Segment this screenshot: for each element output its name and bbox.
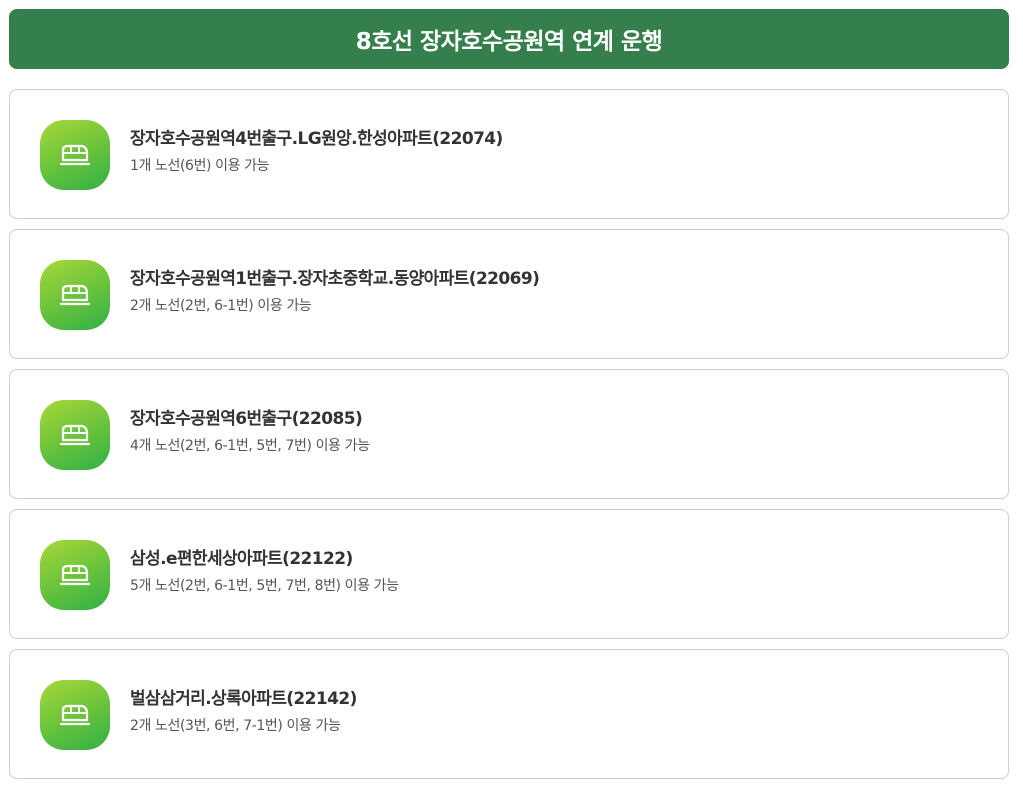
bus-stop-info: 장자호수공원역1번출구.장자초중학교.동양아파트(22069) 2개 노선(2번… [130,264,540,315]
bus-icon [40,400,110,470]
bus-stop-name: 삼성.e편한세상아파트(22122) [130,549,353,569]
bus-stop-routes: 1개 노선(6번) 이용 가능 [130,158,270,174]
bus-icon [40,260,110,330]
bus-stop-routes: 4개 노선(2번, 6-1번, 5번, 7번) 이용 가능 [130,438,370,454]
bus-stop-info: 삼성.e편한세상아파트(22122) 5개 노선(2번, 6-1번, 5번, 7… [130,544,399,595]
bus-stop-name: 장자호수공원역6번출구(22085) [130,409,363,429]
bus-stop-name: 장자호수공원역1번출구.장자초중학교.동양아파트(22069) [130,269,540,289]
bus-stop-card[interactable]: 장자호수공원역6번출구(22085) 4개 노선(2번, 6-1번, 5번, 7… [9,369,1009,499]
bus-stop-card[interactable]: 장자호수공원역4번출구.LG원앙.한성아파트(22074) 1개 노선(6번) … [9,89,1009,219]
bus-stop-info: 장자호수공원역4번출구.LG원앙.한성아파트(22074) 1개 노선(6번) … [130,124,503,175]
bus-icon [40,120,110,190]
bus-stop-info: 장자호수공원역6번출구(22085) 4개 노선(2번, 6-1번, 5번, 7… [130,404,370,455]
bus-stop-list: 장자호수공원역4번출구.LG원앙.한성아파트(22074) 1개 노선(6번) … [9,89,1009,789]
bus-stop-card[interactable]: 삼성.e편한세상아파트(22122) 5개 노선(2번, 6-1번, 5번, 7… [9,509,1009,639]
bus-icon [40,540,110,610]
bus-stop-routes: 5개 노선(2번, 6-1번, 5번, 7번, 8번) 이용 가능 [130,578,399,594]
bus-stop-routes: 2개 노선(2번, 6-1번) 이용 가능 [130,298,312,314]
page-title: 8호선 장자호수공원역 연계 운행 [355,29,663,55]
bus-stop-name: 장자호수공원역4번출구.LG원앙.한성아파트(22074) [130,129,503,149]
bus-stop-name: 벌삼삼거리.상록아파트(22142) [130,689,357,709]
bus-stop-routes: 2개 노선(3번, 6번, 7-1번) 이용 가능 [130,718,341,734]
bus-icon [40,680,110,750]
bus-stop-info: 벌삼삼거리.상록아파트(22142) 2개 노선(3번, 6번, 7-1번) 이… [130,684,357,735]
bus-stop-card[interactable]: 벌삼삼거리.상록아파트(22142) 2개 노선(3번, 6번, 7-1번) 이… [9,649,1009,779]
page-header: 8호선 장자호수공원역 연계 운행 [9,9,1009,69]
bus-stop-card[interactable]: 장자호수공원역1번출구.장자초중학교.동양아파트(22069) 2개 노선(2번… [9,229,1009,359]
